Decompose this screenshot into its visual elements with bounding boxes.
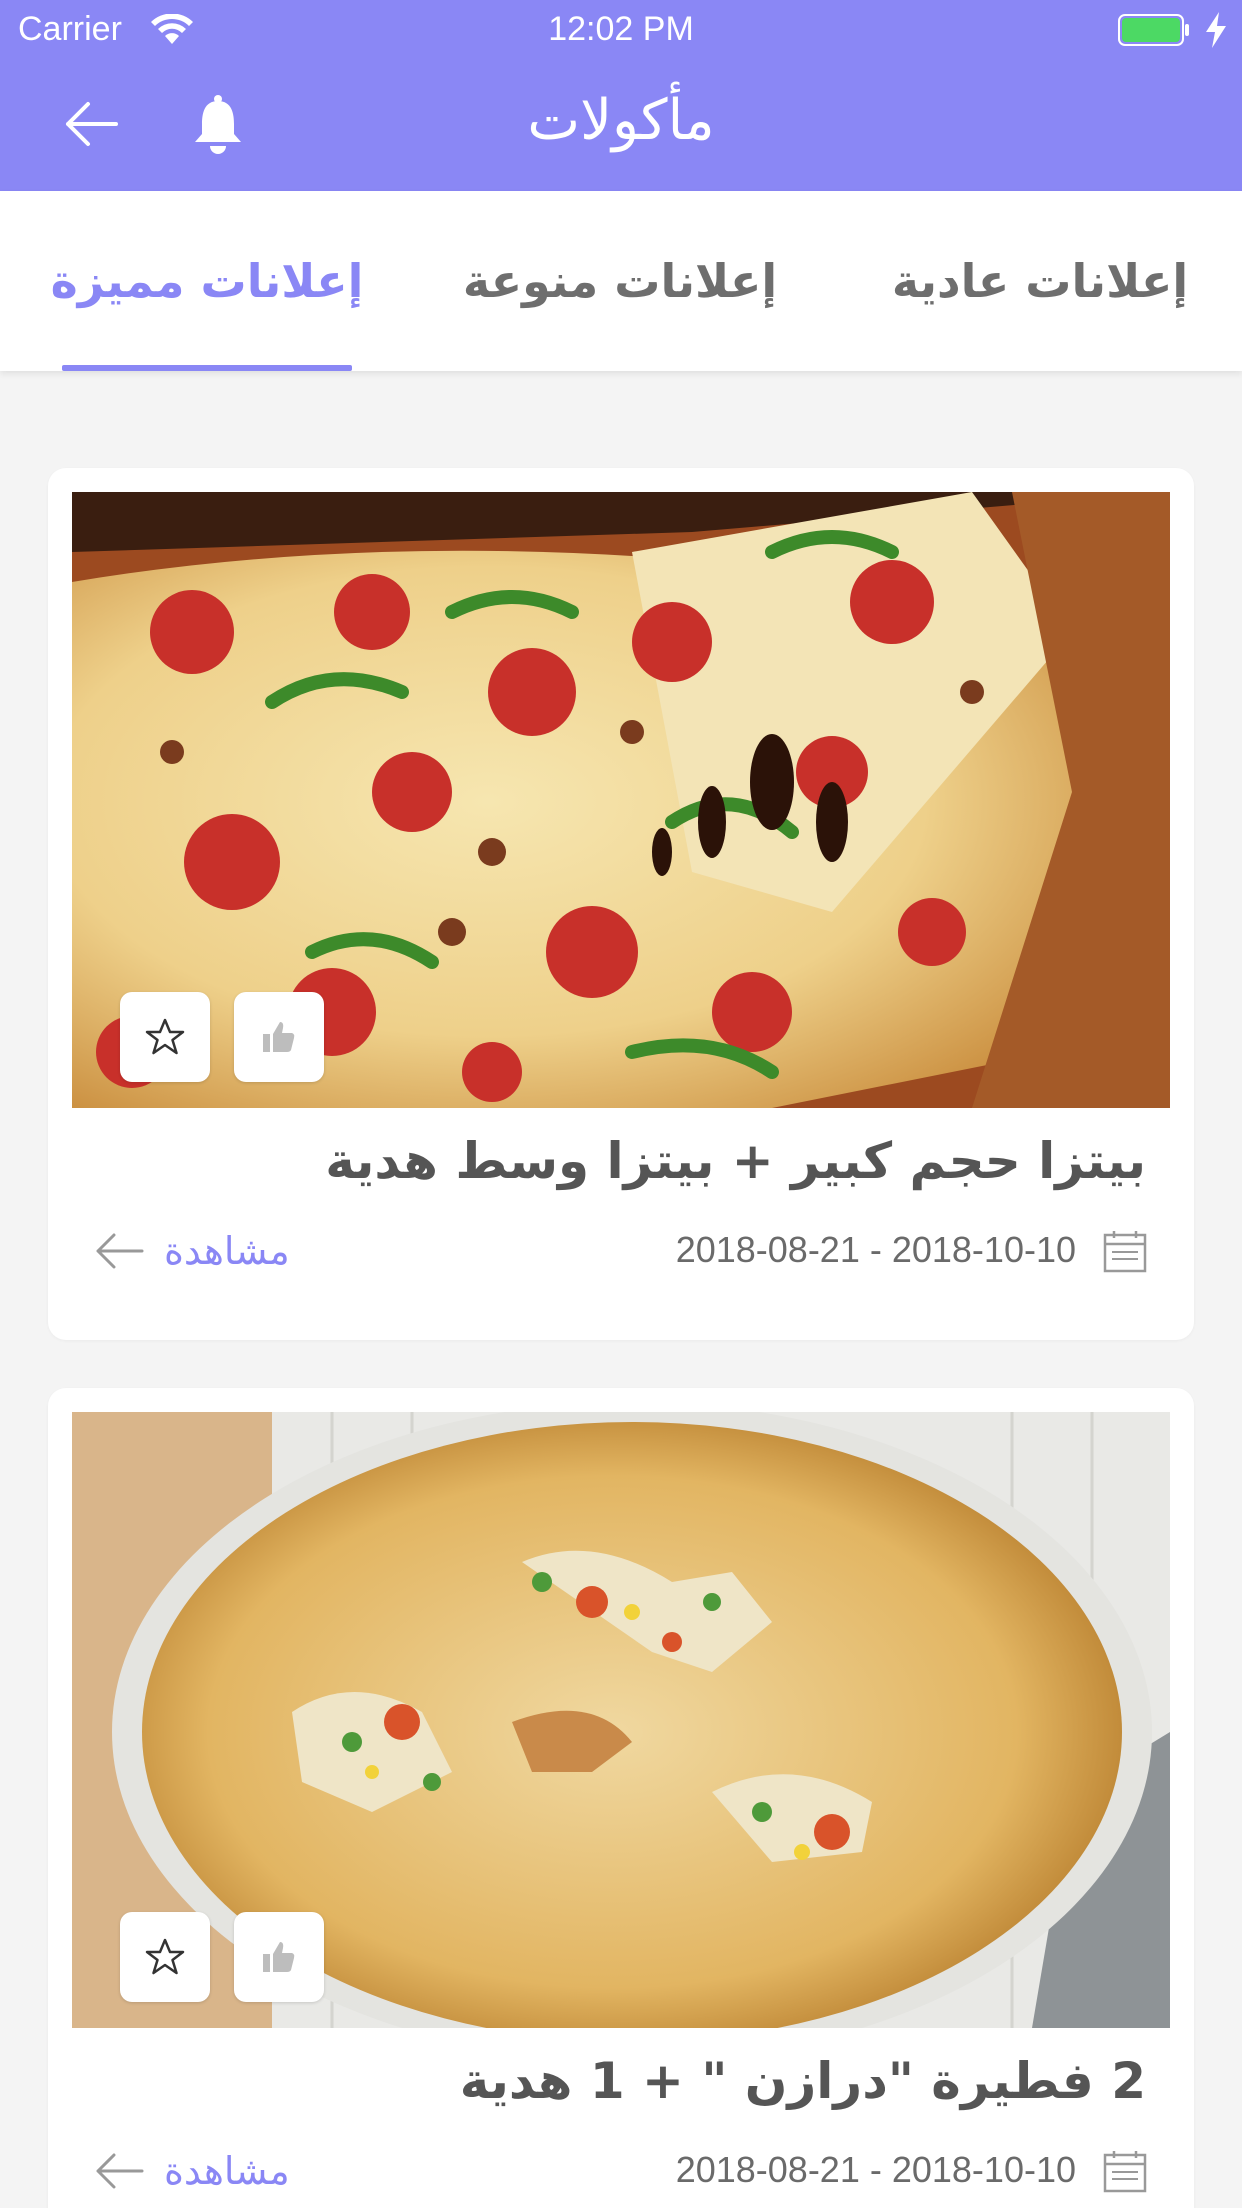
tab-bar: إعلانات مميزة إعلانات منوعة إعلانات عادي… [0, 191, 1242, 371]
app-header: Carrier 12:02 PM مأكولات [0, 0, 1242, 191]
star-icon [145, 1018, 185, 1055]
like-button[interactable] [234, 992, 324, 1082]
pie-photo [72, 1412, 1170, 2028]
favorite-button[interactable] [120, 992, 210, 1082]
tab-various-ads[interactable]: إعلانات منوعة [440, 191, 800, 371]
ad-date-range: 2018-08-21 - 2018-10-10 [675, 1229, 1076, 1270]
ad-card[interactable]: بيتزا حجم كبير + بيتزا وسط هدية 2018-08-… [48, 468, 1194, 1340]
thumbs-up-icon [263, 1942, 295, 1972]
tab-featured-ads[interactable]: إعلانات مميزة [40, 191, 374, 371]
ad-title[interactable]: بيتزا حجم كبير + بيتزا وسط هدية [325, 1132, 1146, 1190]
star-icon [145, 1938, 185, 1975]
tab-regular-ads[interactable]: إعلانات عادية [860, 191, 1220, 371]
calendar-icon [1103, 2151, 1147, 2193]
status-time: 12:02 PM [548, 10, 694, 48]
charging-bolt-icon [1206, 12, 1226, 48]
nav-bar: مأكولات [0, 60, 1242, 191]
page-title: مأكولات [527, 88, 715, 153]
pizza-photo [72, 492, 1170, 1108]
calendar-icon [1103, 1231, 1147, 1273]
ad-meta: 2018-08-21 - 2018-10-10 مشاهدة [48, 1223, 1194, 1283]
view-link[interactable]: مشاهدة [94, 1223, 290, 1279]
active-tab-indicator [62, 365, 352, 371]
battery-icon [1118, 14, 1189, 46]
screen: Carrier 12:02 PM مأكولات إعلانات مميزة إ… [0, 0, 1242, 2208]
view-link-label: مشاهدة [164, 1229, 290, 1273]
view-link[interactable]: مشاهدة [94, 2143, 290, 2199]
ad-card[interactable]: 2 فطيرة "درازن " + 1 هدية 2018-08-21 - 2… [48, 1388, 1194, 2208]
ad-title[interactable]: 2 فطيرة "درازن " + 1 هدية [460, 2052, 1146, 2110]
thumbs-up-icon [263, 1022, 295, 1052]
view-link-label: مشاهدة [164, 2149, 290, 2193]
favorite-button[interactable] [120, 1912, 210, 2002]
arrow-left-icon [96, 2153, 144, 2189]
like-button[interactable] [234, 1912, 324, 2002]
ad-date-range: 2018-08-21 - 2018-10-10 [675, 2149, 1076, 2190]
status-bar: Carrier 12:02 PM [0, 0, 1242, 60]
arrow-left-icon [96, 1233, 144, 1269]
ad-meta: 2018-08-21 - 2018-10-10 مشاهدة [48, 2143, 1194, 2203]
